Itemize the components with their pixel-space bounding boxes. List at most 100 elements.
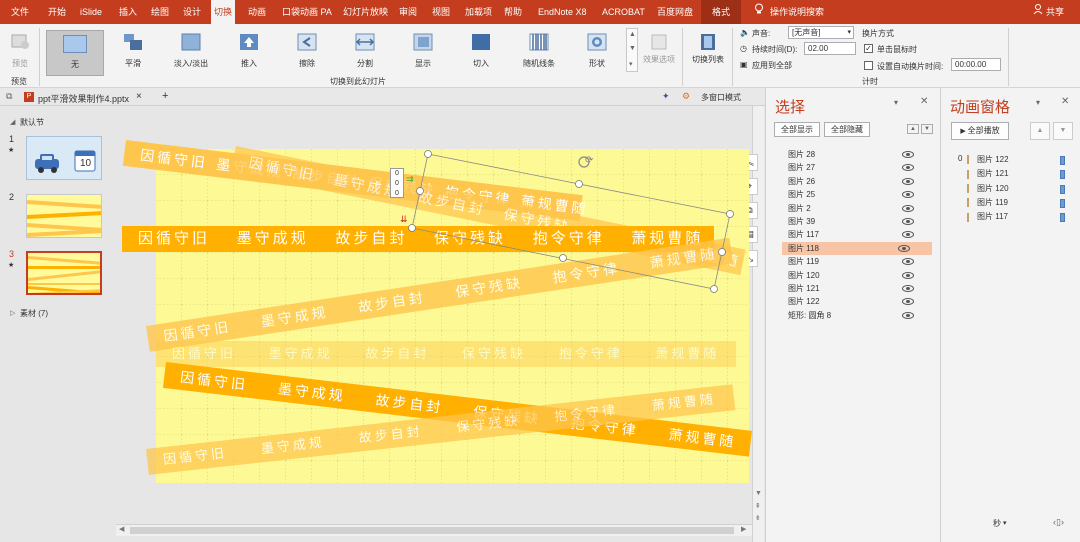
selection-item[interactable]: 图片 117: [788, 228, 936, 241]
show-all-button[interactable]: 全部显示: [774, 122, 820, 137]
selection-item[interactable]: 图片 27: [788, 161, 936, 174]
animation-item[interactable]: 图片 121: [967, 167, 1077, 181]
visibility-eye-icon[interactable]: [902, 151, 914, 158]
slide-thumbnail-2[interactable]: [26, 194, 102, 238]
move-down-icon[interactable]: ▼: [921, 124, 933, 134]
visibility-eye-icon[interactable]: [902, 177, 914, 185]
selection-box[interactable]: [380, 148, 750, 298]
slide-thumbnail-3-selected[interactable]: [26, 251, 102, 295]
tab-pocket-animation[interactable]: 口袋动画 PA: [282, 0, 332, 24]
selection-item[interactable]: 图片 118: [782, 241, 932, 255]
transition-random-bars[interactable]: 随机线条: [514, 30, 564, 82]
visibility-eye-icon[interactable]: [902, 298, 914, 306]
transition-reveal[interactable]: 显示: [398, 30, 448, 82]
tab-endnote[interactable]: EndNote X8: [538, 0, 587, 24]
tab-help[interactable]: 帮助: [504, 0, 522, 24]
apply-to-all-button[interactable]: 应用到全部: [752, 60, 792, 71]
share-button[interactable]: 共享: [1046, 0, 1064, 24]
tab-view[interactable]: 视图: [432, 0, 450, 24]
multi-window-button[interactable]: 多窗口模式: [701, 92, 741, 103]
switch-list-button[interactable]: 切换列表: [686, 30, 730, 82]
selection-item[interactable]: 图片 119: [788, 255, 936, 268]
transition-push[interactable]: 推入: [224, 30, 274, 82]
hide-all-button[interactable]: 全部隐藏: [824, 122, 870, 137]
visibility-eye-icon[interactable]: [902, 271, 914, 279]
tab-review[interactable]: 审阅: [399, 0, 417, 24]
section-default[interactable]: 默认节: [20, 117, 44, 128]
gallery-scroll[interactable]: ▲ ▼ ▾: [626, 28, 638, 72]
tell-me-search[interactable]: 操作说明搜索: [770, 0, 824, 24]
selection-item[interactable]: 图片 121: [788, 282, 936, 295]
duration-input[interactable]: 02.00: [804, 42, 856, 55]
selection-item[interactable]: 图片 120: [788, 269, 936, 282]
collapse-arrow-icon[interactable]: ◢: [10, 118, 15, 126]
animation-item[interactable]: 图片 119: [967, 196, 1077, 210]
tab-addins[interactable]: 加载项: [465, 0, 492, 24]
tab-home[interactable]: 开始: [48, 0, 66, 24]
slide-thumbnail-1[interactable]: 10: [26, 136, 102, 180]
animation-item[interactable]: 图片 120: [967, 182, 1077, 196]
selection-item[interactable]: 图片 122: [788, 295, 936, 308]
selection-item[interactable]: 图片 26: [788, 175, 936, 188]
tab-baidu[interactable]: 百度网盘: [657, 0, 693, 24]
selection-item[interactable]: 图片 39: [788, 215, 936, 228]
auto-after-input[interactable]: 00:00.00: [951, 58, 1001, 71]
tab-draw[interactable]: 绘图: [151, 0, 169, 24]
tab-insert[interactable]: 插入: [119, 0, 137, 24]
on-click-checkbox[interactable]: ✓: [864, 44, 873, 53]
play-all-button[interactable]: ▶ 全部播放: [951, 122, 1009, 140]
pane-close-icon[interactable]: ✕: [920, 96, 928, 107]
tab-file[interactable]: 文件: [11, 0, 29, 24]
sound-select[interactable]: [无声音] ▾: [788, 26, 854, 39]
rotate-handle-icon[interactable]: ⟳: [585, 155, 593, 166]
visibility-eye-icon[interactable]: [902, 191, 914, 199]
tab-animations[interactable]: 动画: [248, 0, 266, 24]
visibility-eye-icon[interactable]: [902, 258, 914, 266]
visibility-eye-icon[interactable]: [902, 204, 914, 212]
transition-shape[interactable]: 形状: [572, 30, 622, 82]
transition-fade[interactable]: 淡入/淡出: [166, 30, 216, 82]
move-up-icon[interactable]: ▲: [907, 124, 919, 134]
expand-arrow-icon[interactable]: ▷: [10, 309, 15, 317]
transition-cut[interactable]: 切入: [456, 30, 506, 82]
section-material[interactable]: 素材 (7): [20, 308, 48, 319]
visibility-eye-icon[interactable]: [902, 311, 914, 319]
new-window-icon[interactable]: ⧉: [6, 91, 12, 102]
visibility-eye-icon[interactable]: [898, 244, 910, 252]
move-later-icon[interactable]: ▼: [1053, 122, 1073, 140]
selection-item[interactable]: 图片 2: [788, 202, 936, 215]
selection-item[interactable]: 图片 25: [788, 188, 936, 201]
tab-transitions[interactable]: 切换: [211, 0, 236, 24]
tool-icon[interactable]: ✦: [662, 91, 670, 102]
visibility-eye-icon[interactable]: [902, 164, 914, 172]
doc-tab-close[interactable]: ×: [136, 91, 142, 102]
transition-split[interactable]: 分割: [340, 30, 390, 82]
effect-options-button[interactable]: 效果选项: [638, 30, 680, 82]
transition-morph[interactable]: 平滑: [108, 30, 158, 82]
tab-design[interactable]: 设计: [183, 0, 201, 24]
animation-item[interactable]: 图片 122: [967, 153, 1077, 167]
zoom-timeline-icon[interactable]: ‹▯›: [1053, 517, 1064, 528]
animation-item[interactable]: 图片 117: [967, 210, 1077, 224]
visibility-eye-icon[interactable]: [902, 231, 914, 239]
phrase-strip[interactable]: 因循守旧墨守成规故步自封保守残缺抱令守律萧规曹随: [156, 341, 736, 367]
preview-button[interactable]: 预览: [0, 30, 40, 82]
selection-item[interactable]: 图片 28: [788, 148, 936, 161]
tab-slideshow[interactable]: 幻灯片放映: [343, 0, 388, 24]
auto-after-checkbox[interactable]: [864, 61, 873, 70]
pane-dropdown-icon[interactable]: ▾: [894, 98, 898, 107]
pane-close-icon[interactable]: ✕: [1061, 96, 1069, 107]
pane-dropdown-icon[interactable]: ▾: [1036, 98, 1040, 107]
doc-tab-add[interactable]: +: [162, 90, 168, 102]
move-earlier-icon[interactable]: ▲: [1030, 122, 1050, 140]
tab-acrobat[interactable]: ACROBAT: [602, 0, 645, 24]
visibility-eye-icon[interactable]: [902, 218, 914, 225]
selection-item[interactable]: 矩形: 圆角 8: [788, 309, 936, 322]
transition-wipe[interactable]: 擦除: [282, 30, 332, 82]
tab-islide[interactable]: iSlide: [80, 0, 102, 24]
visibility-eye-icon[interactable]: [902, 285, 914, 292]
gear-icon[interactable]: ⚙: [682, 91, 690, 102]
doc-tab-filename[interactable]: ppt平滑效果制作4.pptx: [38, 92, 129, 105]
tab-format[interactable]: 格式: [701, 0, 741, 24]
seconds-dropdown[interactable]: 秒: [993, 518, 1001, 529]
